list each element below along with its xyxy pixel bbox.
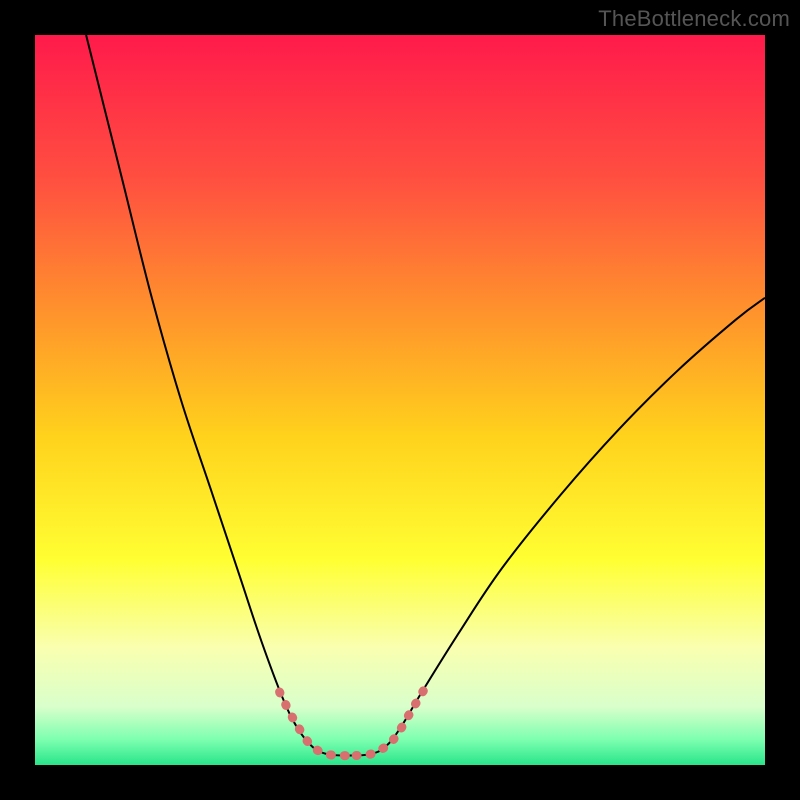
gradient-background (35, 35, 765, 765)
watermark-text: TheBottleneck.com (598, 6, 790, 32)
chart-frame: TheBottleneck.com (0, 0, 800, 800)
bottleneck-chart (35, 35, 765, 765)
plot-area (35, 35, 765, 765)
